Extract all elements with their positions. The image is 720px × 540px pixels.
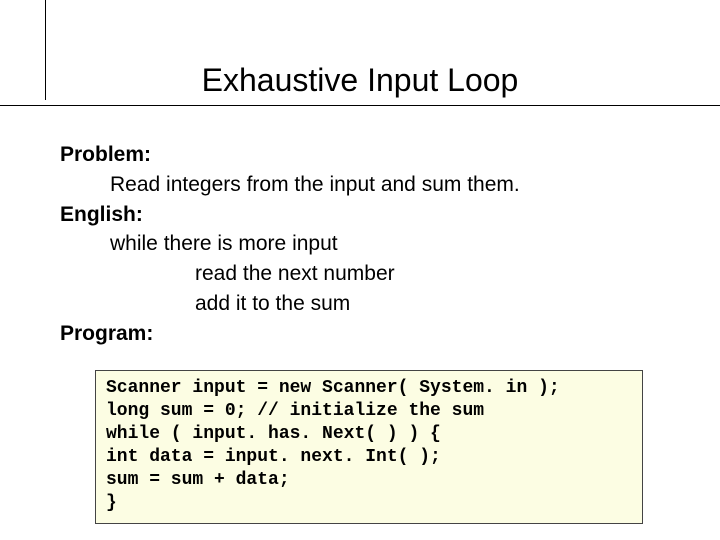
program-label: Program: bbox=[60, 319, 670, 349]
english-line-1: while there is more input bbox=[60, 229, 670, 259]
english-line-2: read the next number bbox=[60, 259, 670, 289]
problem-label: Problem: bbox=[60, 140, 670, 170]
english-label: English: bbox=[60, 200, 670, 230]
title-block: Exhaustive Input Loop bbox=[0, 62, 720, 106]
code-line-1: Scanner input = new Scanner( System. in … bbox=[106, 378, 560, 398]
slide-title: Exhaustive Input Loop bbox=[0, 62, 720, 105]
code-line-3: while ( input. has. Next( ) ) { bbox=[106, 424, 441, 444]
code-line-4: int data = input. next. Int( ); bbox=[106, 447, 441, 467]
code-line-6: } bbox=[106, 493, 117, 513]
code-line-5: sum = sum + data; bbox=[106, 470, 290, 490]
code-line-2: long sum = 0; // initialize the sum bbox=[106, 401, 484, 421]
content-body: Problem: Read integers from the input an… bbox=[60, 140, 670, 349]
problem-text: Read integers from the input and sum the… bbox=[60, 170, 670, 200]
horizontal-rule bbox=[0, 105, 720, 106]
code-box: Scanner input = new Scanner( System. in … bbox=[95, 370, 643, 524]
english-line-3: add it to the sum bbox=[60, 289, 670, 319]
